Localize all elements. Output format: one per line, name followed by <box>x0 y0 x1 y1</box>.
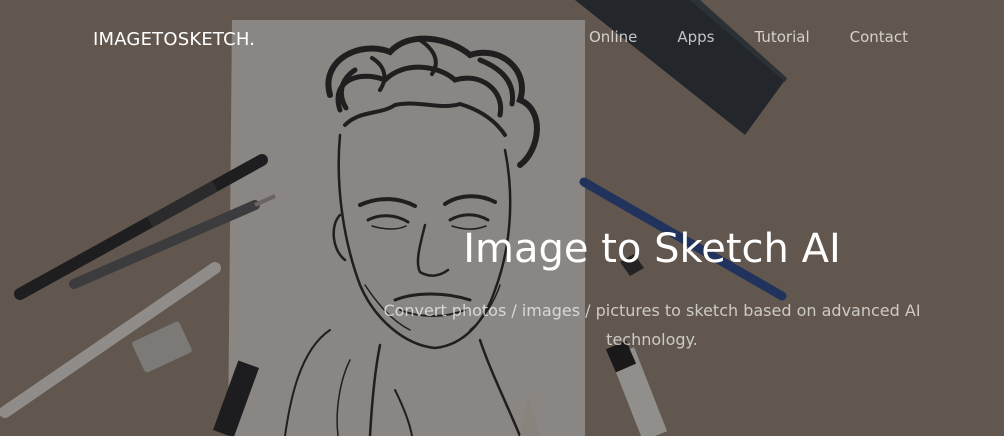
hero-section: IMAGETOSKETCH. Online Apps Tutorial Cont… <box>0 0 1004 436</box>
nav-link-apps[interactable]: Apps <box>677 28 714 46</box>
hero-subtitle: Convert photos / images / pictures to sk… <box>383 301 921 349</box>
nav-link-online[interactable]: Online <box>589 28 637 46</box>
nav-menu: Online Apps Tutorial Contact <box>549 28 908 46</box>
top-navbar: IMAGETOSKETCH. Online Apps Tutorial Cont… <box>0 0 1004 76</box>
nav-link-tutorial[interactable]: Tutorial <box>754 28 809 46</box>
nav-link-contact[interactable]: Contact <box>850 28 908 46</box>
hero-title: Image to Sketch AI <box>463 226 841 272</box>
hero-text-block: Image to Sketch AI Convert photos / imag… <box>370 222 934 354</box>
brand-logo[interactable]: IMAGETOSKETCH. <box>93 29 255 50</box>
